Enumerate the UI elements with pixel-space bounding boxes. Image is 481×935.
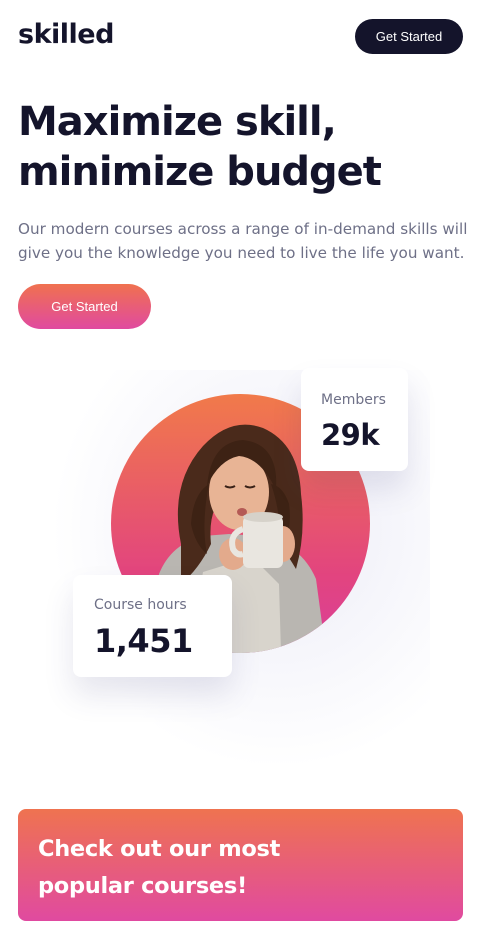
hero-illustration: Members 29k Course hours 1,451 — [0, 350, 481, 770]
popular-courses-card: Check out our most popular courses! — [18, 809, 463, 921]
members-label: Members — [321, 392, 386, 408]
header-get-started-button[interactable]: Get Started — [355, 19, 463, 54]
course-hours-label: Course hours — [94, 597, 187, 613]
logo[interactable]: skilled — [18, 19, 114, 50]
members-value: 29k — [321, 418, 380, 452]
members-stat-card: Members 29k — [301, 368, 408, 471]
hero-title: Maximize skill, minimize budget — [18, 99, 382, 195]
course-hours-value: 1,451 — [94, 622, 193, 660]
course-hours-stat-card: Course hours 1,451 — [73, 575, 232, 677]
hero-get-started-button[interactable]: Get Started — [18, 284, 151, 329]
site-header: skilled Get Started — [0, 0, 481, 72]
hero-description: Our modern courses across a range of in-… — [18, 220, 468, 262]
popular-courses-title: Check out our most popular courses! — [38, 836, 281, 899]
